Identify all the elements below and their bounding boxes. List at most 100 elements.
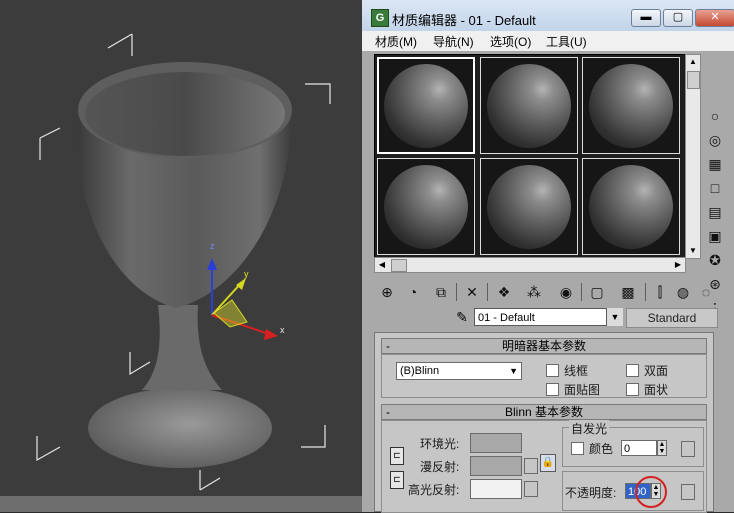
make-unique-icon[interactable]: ❖	[493, 281, 515, 303]
options-icon[interactable]: ✪	[704, 249, 726, 271]
slots-horizontal-scrollbar[interactable]: ◀ ▶	[374, 257, 686, 273]
material-sphere	[589, 164, 673, 249]
two-sided-checkbox[interactable]	[626, 364, 639, 377]
self-illumination-group: 自发光 颜色 0 ▲ ▼	[562, 420, 704, 467]
highlight-circle	[635, 476, 667, 508]
lock-icon[interactable]: 🔒	[540, 454, 556, 472]
go-sibling-icon[interactable]: ◌	[695, 281, 717, 303]
self-illum-color-checkbox[interactable]	[571, 442, 584, 455]
sample-slot-1[interactable]	[377, 57, 475, 154]
rollout-header-blinn-basic[interactable]: - Blinn 基本参数	[381, 404, 707, 420]
rollout-header-shader-basic[interactable]: - 明暗器基本参数	[381, 338, 707, 354]
sample-type-sphere-icon[interactable]: ○	[704, 105, 726, 127]
video-color-check-icon[interactable]: ▤	[704, 201, 726, 223]
minimize-button[interactable]: ▬	[631, 9, 661, 27]
sample-slot-6[interactable]	[582, 158, 680, 255]
material-effects-channel-icon[interactable]: ◉	[555, 281, 577, 303]
self-illumination-label: 自发光	[569, 420, 610, 437]
parameters-panel: - 明暗器基本参数 (B)Blinn ▼ 线框 双面 面贴图 面状 - Blinn …	[374, 332, 714, 513]
sample-slot-4[interactable]	[377, 158, 475, 255]
specular-color-swatch[interactable]	[470, 479, 522, 499]
show-end-result-icon[interactable]: ▩	[617, 281, 639, 303]
self-illum-map-button[interactable]	[681, 441, 695, 457]
wire-checkbox[interactable]	[546, 364, 559, 377]
self-illum-spinner-arrows[interactable]: ▲ ▼	[657, 440, 667, 456]
show-map-icon[interactable]: ▢	[586, 281, 608, 303]
wire-label: 线框	[564, 364, 589, 378]
put-to-library-icon[interactable]: ⁂	[523, 281, 545, 303]
face-map-label: 面贴图	[564, 383, 601, 397]
close-button[interactable]: ✕	[695, 9, 734, 27]
assign-to-selection-icon[interactable]: ⧉	[430, 281, 452, 303]
blinn-basic-rollout: ⊏ ⊏ 环境光: 漫反射: 高光反射: 🔒 自发光 颜色 0 ▲ ▼ 不透明度:…	[381, 420, 707, 513]
scroll-up-icon[interactable]: ▲	[686, 55, 700, 69]
lock-ambient-diffuse-map-icon[interactable]: ⊏	[390, 447, 404, 465]
get-material-icon[interactable]: ⊕	[376, 281, 398, 303]
material-sphere	[487, 164, 571, 249]
shader-type-select[interactable]: (B)Blinn ▼	[396, 362, 522, 380]
go-forward-sibling-icon[interactable]: ◍	[672, 281, 694, 303]
face-map-checkbox[interactable]	[546, 383, 559, 396]
material-sphere	[589, 63, 673, 148]
lock-diffuse-specular-map-icon[interactable]: ⊏	[390, 471, 404, 489]
perspective-viewport[interactable]: z y x	[0, 0, 362, 512]
sample-slot-3[interactable]	[582, 57, 680, 154]
scroll-thumb[interactable]	[687, 71, 700, 89]
axis-x-label: x	[280, 325, 285, 335]
menu-bar: 材质(M) 导航(N) 选项(O) 工具(U)	[362, 31, 734, 51]
diffuse-map-button[interactable]	[524, 458, 538, 474]
self-illum-color-label: 颜色	[589, 442, 614, 456]
shader-basic-rollout: (B)Blinn ▼ 线框 双面 面贴图 面状	[381, 354, 707, 398]
opacity-map-button[interactable]	[681, 484, 695, 500]
opacity-label: 不透明度:	[565, 486, 617, 500]
material-sphere	[384, 63, 468, 148]
go-to-parent-icon[interactable]: ⫿	[649, 281, 671, 303]
specular-label: 高光反射:	[408, 483, 460, 497]
viewport-scene: z y x	[36, 33, 331, 491]
sample-slots	[374, 54, 686, 259]
sample-slot-2[interactable]	[480, 57, 578, 154]
faceted-label: 面状	[644, 383, 669, 397]
material-type-button[interactable]: Standard	[626, 308, 718, 328]
scroll-left-icon[interactable]: ◀	[375, 258, 389, 272]
material-editor-window: G 材质编辑器 - 01 - Default ▬ ▢ ✕ 材质(M) 导航(N)…	[362, 0, 734, 513]
specular-map-button[interactable]	[524, 481, 538, 497]
material-name-field[interactable]: 01 - Default	[474, 308, 622, 326]
sample-slot-5[interactable]	[480, 158, 578, 255]
chevron-down-icon[interactable]: ▼	[509, 363, 518, 379]
two-sided-label: 双面	[644, 364, 669, 378]
editor-client-area: ▲ ▼ ◀ ▶ ○ ◎ ▦ □ ▤ ▣ ✪ ⊛ ⋮ ⊕ ◔ ⧉ ✕ ❖ ⁂ ◉	[362, 51, 734, 513]
ambient-color-swatch[interactable]	[470, 433, 522, 453]
menu-material[interactable]: 材质(M)	[375, 33, 417, 50]
ambient-label: 环境光:	[420, 437, 460, 451]
menu-utilities[interactable]: 工具(U)	[546, 33, 587, 50]
background-checker-icon[interactable]: ▦	[704, 153, 726, 175]
self-illum-value-field[interactable]: 0	[621, 440, 657, 456]
axis-z-label: z	[210, 241, 215, 251]
window-title: 材质编辑器 - 01 - Default	[392, 13, 536, 28]
faceted-checkbox[interactable]	[626, 383, 639, 396]
diffuse-label: 漫反射:	[420, 460, 460, 474]
put-to-scene-icon[interactable]: ◔	[402, 281, 424, 303]
pick-material-eyedropper-icon[interactable]: ✎	[452, 307, 472, 327]
make-preview-icon[interactable]: ▣	[704, 225, 726, 247]
maximize-button[interactable]: ▢	[663, 9, 693, 27]
chevron-down-icon[interactable]: ▼	[606, 308, 623, 326]
goblet-interior	[85, 72, 285, 156]
opacity-group: 不透明度: 100 ▲ ▼	[562, 471, 704, 511]
goblet-base	[88, 388, 272, 468]
material-sphere	[384, 164, 468, 249]
title-bar[interactable]: G 材质编辑器 - 01 - Default ▬ ▢ ✕	[362, 0, 734, 32]
diffuse-color-swatch[interactable]	[470, 456, 522, 476]
menu-navigation[interactable]: 导航(N)	[433, 33, 474, 50]
app-icon: G	[371, 9, 389, 27]
reset-map-icon[interactable]: ✕	[461, 281, 483, 303]
backlight-icon[interactable]: ◎	[704, 129, 726, 151]
scroll-thumb[interactable]	[391, 259, 407, 272]
material-sphere	[487, 63, 571, 148]
menu-options[interactable]: 选项(O)	[490, 33, 531, 50]
sample-uv-tiling-icon[interactable]: □	[704, 177, 726, 199]
goblet-stem	[142, 305, 222, 390]
scroll-right-icon[interactable]: ▶	[671, 258, 685, 272]
viewport-status-strip	[0, 496, 362, 512]
